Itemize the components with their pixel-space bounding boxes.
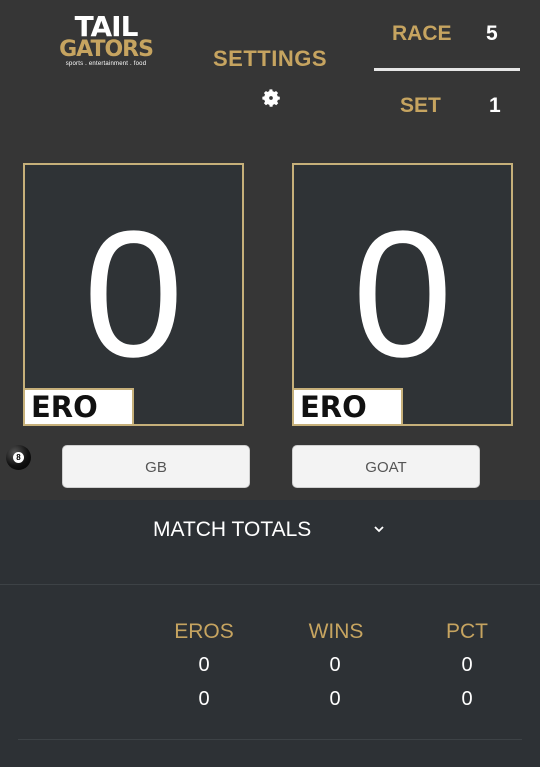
- race-value: 5: [486, 22, 498, 45]
- column-header-wins: WINS: [308, 620, 364, 643]
- match-totals-title: MATCH TOTALS: [153, 518, 312, 541]
- tail-gators-logo: TAIL GATORS sports . entertainment . foo…: [58, 13, 154, 70]
- logo-tagline: sports . entertainment . food: [65, 61, 147, 67]
- totals-cell: 0: [329, 654, 341, 676]
- player-2-score-box[interactable]: 0 ERO: [292, 163, 513, 426]
- scoreboard-top: TAIL GATORS sports . entertainment . foo…: [0, 0, 540, 500]
- totals-bottom-divider: [18, 739, 522, 740]
- player-1-tag: ERO: [25, 388, 134, 424]
- header-divider: [374, 68, 520, 71]
- match-totals-panel: MATCH TOTALS EROS WINS PCT 0 0 0 0 0 0: [0, 500, 540, 767]
- player-1-name-button[interactable]: GB: [62, 445, 250, 488]
- set-label: SET: [400, 94, 441, 117]
- chevron-down-icon: [374, 526, 384, 533]
- player-1-score: 0: [83, 194, 184, 395]
- player-1-score-box[interactable]: 0 ERO: [23, 163, 244, 426]
- totals-cell: 0: [461, 688, 473, 710]
- column-header-pct: PCT: [446, 620, 488, 643]
- gear-icon[interactable]: [260, 87, 282, 109]
- player-2-tag: ERO: [294, 388, 403, 424]
- logo-line-2: GATORS: [59, 37, 154, 62]
- eight-ball-icon[interactable]: 8: [6, 445, 31, 470]
- eight-ball-number: 8: [13, 452, 24, 463]
- totals-cell: 0: [198, 688, 210, 710]
- totals-cell: 0: [461, 654, 473, 676]
- race-label: RACE: [392, 22, 452, 45]
- totals-cell: 0: [198, 654, 210, 676]
- match-totals-toggle[interactable]: MATCH TOTALS: [0, 500, 540, 585]
- player-2-name-button[interactable]: GOAT: [292, 445, 480, 488]
- settings-button[interactable]: SETTINGS: [205, 46, 335, 72]
- set-value: 1: [489, 94, 501, 117]
- column-header-eros: EROS: [174, 620, 234, 643]
- player-2-score: 0: [352, 194, 453, 395]
- totals-cell: 0: [329, 688, 341, 710]
